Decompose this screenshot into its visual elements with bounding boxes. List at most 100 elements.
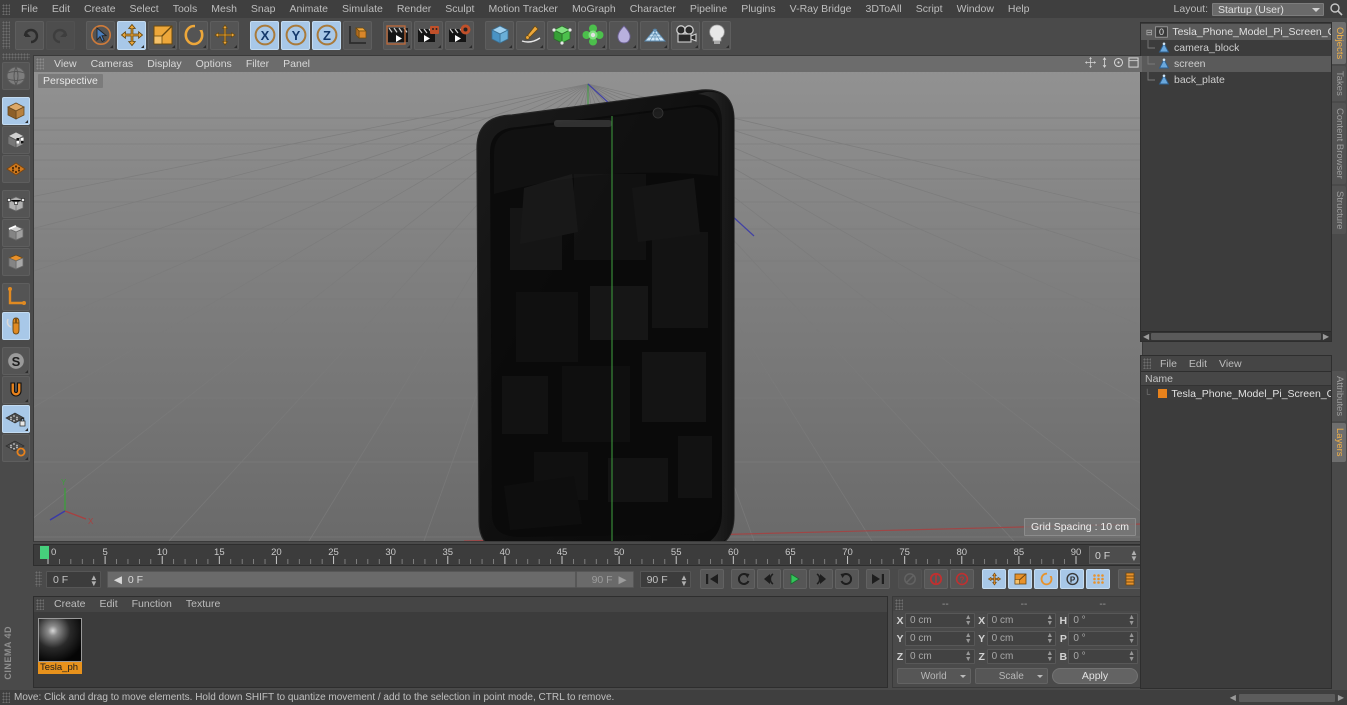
undo-button[interactable] <box>15 20 44 50</box>
viewport-menu-filter[interactable]: Filter <box>239 56 276 72</box>
coordinates-grip[interactable] <box>895 598 903 610</box>
enable-axis-button[interactable]: S <box>2 347 30 375</box>
preview-range-track[interactable]: ◀ 0 F <box>106 570 577 588</box>
material-menu-function[interactable]: Function <box>125 597 179 612</box>
transform-mode-dropdown[interactable]: Scale <box>974 668 1048 684</box>
scroll-left-icon[interactable]: ◀ <box>1230 693 1236 702</box>
scroll-right-icon[interactable]: ▶ <box>1338 693 1344 702</box>
menu-file[interactable]: File <box>14 0 45 18</box>
dolly-icon[interactable] <box>1100 57 1109 71</box>
menu-select[interactable]: Select <box>123 0 166 18</box>
timeline-view-button[interactable] <box>1118 569 1143 589</box>
rotate-view-icon[interactable] <box>1113 57 1124 71</box>
layer-manager-menu-edit[interactable]: Edit <box>1183 356 1213 372</box>
z-axis-lock[interactable]: Z <box>312 20 341 50</box>
scroll-right-icon[interactable]: ▶ <box>1323 332 1331 341</box>
position-key-button[interactable] <box>982 569 1007 589</box>
material-menu-create[interactable]: Create <box>47 597 93 612</box>
left-toolbar-grip[interactable] <box>2 53 30 60</box>
viewport-grip[interactable] <box>36 58 44 70</box>
scale-key-button[interactable] <box>1008 569 1033 589</box>
render-to-picture-viewer-button[interactable] <box>414 20 443 50</box>
timeline-current-frame-field[interactable]: 0 F ▲ ▼ <box>1089 546 1141 564</box>
spinner-icon[interactable]: ▲ ▼ <box>1128 614 1135 627</box>
layer-manager-menu-view[interactable]: View <box>1213 356 1248 372</box>
viewport-menu-panel[interactable]: Panel <box>276 56 317 72</box>
search-icon[interactable] <box>1328 1 1344 17</box>
object-manager[interactable]: ⊟ 0 Tesla_Phone_Model_Pi_Screen_Off camera_… <box>1140 22 1332 342</box>
add-scene-object-button[interactable] <box>609 20 638 50</box>
y-axis-lock[interactable]: Y <box>281 20 310 50</box>
tab-layers[interactable]: Layers <box>1332 423 1346 462</box>
edges-mode-button[interactable] <box>2 219 30 247</box>
polygons-mode-button[interactable] <box>2 248 30 276</box>
menu-mesh[interactable]: Mesh <box>204 0 244 18</box>
start-frame-field[interactable]: 0 F ▲ ▼ <box>45 570 101 588</box>
menu-tools[interactable]: Tools <box>166 0 205 18</box>
layer-manager-grip[interactable] <box>1143 358 1151 369</box>
world-object-axis-toggle[interactable] <box>343 20 372 50</box>
tab-takes[interactable]: Takes <box>1332 66 1346 102</box>
coordinate-system-dropdown[interactable]: World <box>897 668 971 684</box>
workplane-mode-toggle[interactable] <box>2 434 30 462</box>
menu-help[interactable]: Help <box>1001 0 1037 18</box>
layer-manager-menu-file[interactable]: File <box>1154 356 1183 372</box>
object-tree-row[interactable]: back_plate <box>1141 72 1331 88</box>
coordinates-position-field[interactable]: 0 cm ▲ ▼ <box>905 631 975 646</box>
go-to-end-button[interactable] <box>866 569 891 589</box>
object-axis-button[interactable] <box>2 283 30 311</box>
live-selection-tool[interactable] <box>86 20 115 50</box>
menu-3dtoall[interactable]: 3DToAll <box>859 0 909 18</box>
menu-edit[interactable]: Edit <box>45 0 77 18</box>
add-camera-button[interactable] <box>671 20 700 50</box>
material-item[interactable]: Tesla_ph <box>38 618 82 674</box>
menu-plugins[interactable]: Plugins <box>734 0 782 18</box>
spinner-icon[interactable]: ▲ ▼ <box>1128 632 1135 645</box>
material-menu-edit[interactable]: Edit <box>93 597 125 612</box>
texture-mode-button[interactable] <box>2 126 30 154</box>
preview-range-right-arrow-icon[interactable]: ▶ <box>619 572 627 588</box>
viewport-solo-button[interactable] <box>2 312 30 340</box>
menu-sculpt[interactable]: Sculpt <box>438 0 481 18</box>
object-tree-row[interactable]: ⊟ 0 Tesla_Phone_Model_Pi_Screen_Off <box>1141 24 1331 40</box>
tab-attributes[interactable]: Attributes <box>1332 371 1346 422</box>
menu-snap[interactable]: Snap <box>244 0 283 18</box>
menu-simulate[interactable]: Simulate <box>335 0 390 18</box>
preview-range-right[interactable]: 90 F ▶ <box>576 570 634 588</box>
menu-character[interactable]: Character <box>623 0 683 18</box>
add-floor-button[interactable] <box>640 20 669 50</box>
move-tool[interactable] <box>117 20 146 50</box>
timeline-ruler[interactable]: 0 5 10 15 20 25 30 35 40 45 50 55 60 65 70 75 80 85 90 0 F… <box>33 544 1143 566</box>
spinner-icon[interactable]: ▲ ▼ <box>680 573 688 587</box>
spinner-icon[interactable]: ▲ ▼ <box>1130 549 1138 563</box>
enable-snap-button[interactable] <box>2 376 30 404</box>
spinner-icon[interactable]: ▲ ▼ <box>965 632 972 645</box>
expand-collapse-icon[interactable]: ⊟ <box>1144 28 1154 37</box>
step-forward-button[interactable] <box>809 569 834 589</box>
rotation-key-button[interactable] <box>1034 569 1059 589</box>
scale-tool[interactable] <box>148 20 177 50</box>
autokeying-button[interactable] <box>924 569 949 589</box>
menu-create[interactable]: Create <box>77 0 123 18</box>
menu-v-ray-bridge[interactable]: V-Ray Bridge <box>783 0 859 18</box>
spinner-icon[interactable]: ▲ ▼ <box>1046 632 1053 645</box>
keyframe-selection-button[interactable]: ? <box>950 569 975 589</box>
rotate-tool[interactable] <box>179 20 208 50</box>
parameter-key-button[interactable]: P <box>1060 569 1085 589</box>
dynamic-place-tool[interactable] <box>210 20 239 50</box>
add-generator-button[interactable] <box>547 20 576 50</box>
layout-dropdown[interactable]: Startup (User) <box>1212 2 1324 16</box>
render-settings-button[interactable] <box>445 20 474 50</box>
pan-icon[interactable] <box>1085 57 1096 71</box>
object-tree[interactable]: ⊟ 0 Tesla_Phone_Model_Pi_Screen_Off camera_… <box>1141 23 1331 88</box>
menu-motion-tracker[interactable]: Motion Tracker <box>481 0 564 18</box>
layer-manager[interactable]: Name └ Tesla_Phone_Model_Pi_Screen_Of <box>1140 371 1332 689</box>
menu-animate[interactable]: Animate <box>282 0 335 18</box>
scroll-left-icon[interactable]: ◀ <box>1141 332 1149 341</box>
menu-script[interactable]: Script <box>909 0 950 18</box>
status-scrollbar-thumb[interactable] <box>1238 693 1335 702</box>
spinner-icon[interactable]: ▲ ▼ <box>965 650 972 663</box>
coordinates-rotation-field[interactable]: 0 ° ▲ ▼ <box>1068 613 1139 628</box>
add-light-button[interactable] <box>702 20 731 50</box>
go-to-start-button[interactable] <box>700 569 725 589</box>
